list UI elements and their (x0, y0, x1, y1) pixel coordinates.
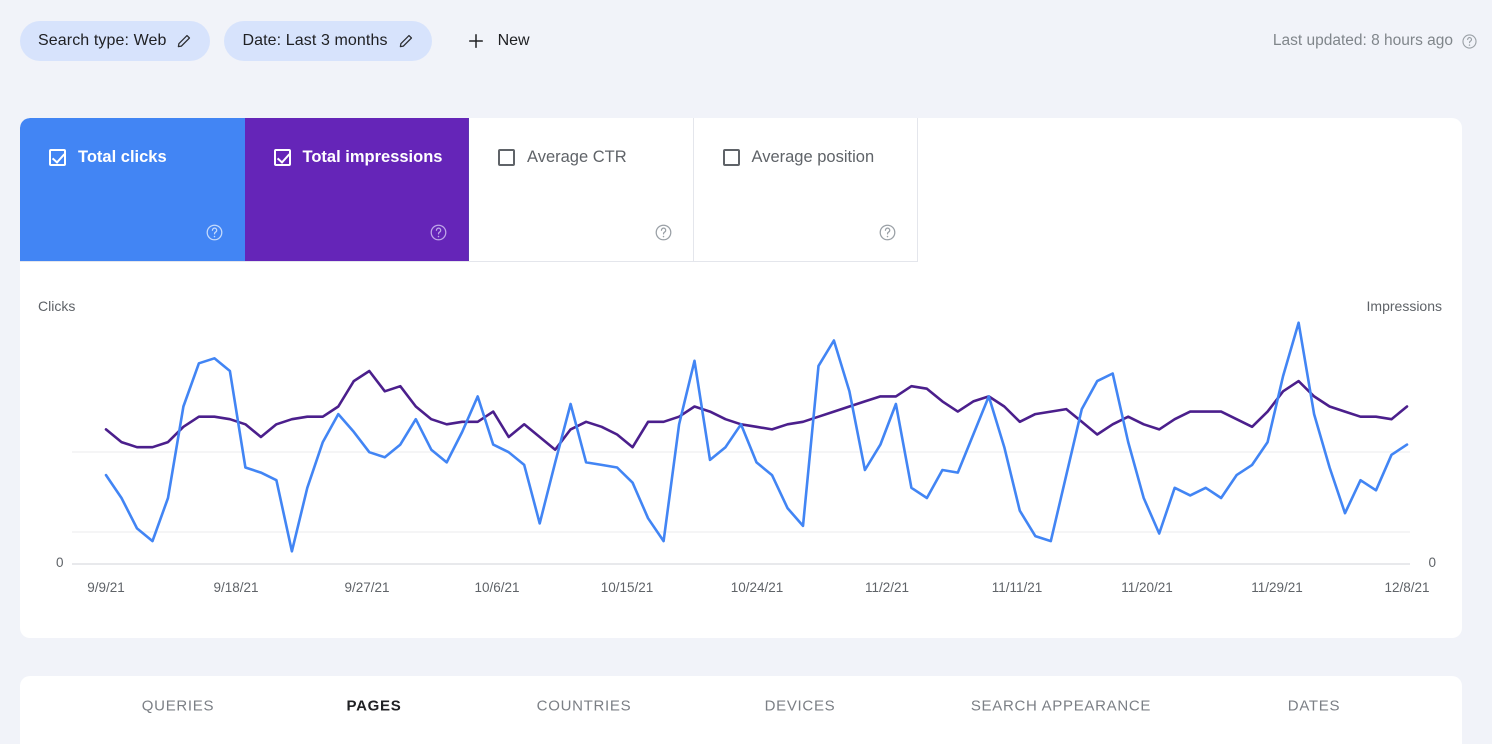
metric-card-average-position[interactable]: Average position (694, 118, 919, 262)
chart-gridlines (72, 452, 1410, 564)
plus-icon (466, 31, 486, 51)
metric-card-total-impressions[interactable]: Total impressions (245, 118, 470, 262)
tab-dates[interactable]: DATES (1288, 698, 1340, 715)
chart-x-axis-label: 11/20/21 (1121, 580, 1173, 595)
tab-devices[interactable]: DEVICES (765, 698, 836, 715)
last-updated-status: Last updated: 8 hours ago (1273, 32, 1492, 50)
help-icon[interactable] (1461, 33, 1478, 50)
filter-chip-date-label: Date: Last 3 months (242, 32, 387, 50)
filter-chip-search-type[interactable]: Search type: Web (20, 21, 210, 61)
metric-card-total-clicks-label: Total clicks (78, 148, 167, 167)
chart-x-axis-label: 9/18/21 (213, 580, 258, 595)
dimension-tabs (20, 676, 1462, 744)
help-icon[interactable] (654, 223, 673, 242)
pencil-icon (398, 33, 414, 49)
filter-chip-group: Search type: Web Date: Last 3 months (0, 21, 544, 61)
chart-x-axis-label: 9/9/21 (87, 580, 125, 595)
filter-chip-search-type-label: Search type: Web (38, 32, 166, 50)
chart-x-axis-label: 10/24/21 (731, 580, 784, 595)
chart-x-axis-label: 10/15/21 (601, 580, 654, 595)
chart-x-axis-label: 11/29/21 (1251, 580, 1303, 595)
metric-card-group: Total clicks Total impressions (20, 118, 918, 262)
filter-bar: Search type: Web Date: Last 3 months (0, 0, 1492, 82)
performance-chart: Clicks Impressions 0 0 9/9/219/18/219/27… (20, 262, 1462, 638)
new-filter-label: New (498, 32, 530, 50)
dimension-tabs-panel (20, 676, 1462, 744)
filter-chip-date[interactable]: Date: Last 3 months (224, 21, 431, 61)
chart-y-axis-left-zero: 0 (56, 555, 64, 570)
metric-card-total-clicks-checkbox[interactable] (49, 149, 66, 166)
new-filter-button[interactable]: New (456, 21, 544, 61)
metric-card-average-ctr-header: Average CTR (498, 148, 627, 167)
metric-card-total-impressions-checkbox[interactable] (274, 149, 291, 166)
metric-card-average-position-label: Average position (752, 148, 875, 167)
metric-card-total-clicks-header: Total clicks (49, 148, 167, 167)
performance-chart-panel: Total clicks Total impressions (20, 118, 1462, 638)
chart-y-axis-right-zero: 0 (1428, 555, 1436, 570)
help-icon[interactable] (205, 223, 224, 242)
help-icon[interactable] (429, 223, 448, 242)
tab-countries[interactable]: COUNTRIES (537, 698, 632, 715)
help-icon[interactable] (878, 223, 897, 242)
tab-search-appearance[interactable]: SEARCH APPEARANCE (971, 698, 1151, 715)
metric-card-average-position-header: Average position (723, 148, 875, 167)
tab-queries[interactable]: QUERIES (142, 698, 214, 715)
chart-series-impressions (106, 371, 1407, 450)
metric-card-total-clicks[interactable]: Total clicks (20, 118, 245, 262)
tab-pages[interactable]: PAGES (347, 698, 402, 715)
chart-x-axis-labels: 9/9/21 9/18/21 9/27/21 10/6/21 10/15/21 10/24… (20, 580, 1462, 610)
chart-x-axis-label: 11/11/21 (992, 580, 1043, 595)
metric-card-average-ctr[interactable]: Average CTR (469, 118, 694, 262)
chart-series-clicks (106, 323, 1407, 552)
chart-x-axis-label: 12/8/21 (1384, 580, 1429, 595)
metric-card-total-impressions-header: Total impressions (274, 148, 443, 167)
pencil-icon (176, 33, 192, 49)
last-updated-label: Last updated: 8 hours ago (1273, 32, 1453, 50)
metric-card-average-position-checkbox[interactable] (723, 149, 740, 166)
metric-card-average-ctr-checkbox[interactable] (498, 149, 515, 166)
metric-card-total-impressions-label: Total impressions (303, 148, 443, 167)
chart-x-axis-label: 10/6/21 (474, 580, 519, 595)
chart-x-axis-label: 9/27/21 (344, 580, 389, 595)
metric-card-average-ctr-label: Average CTR (527, 148, 627, 167)
chart-x-axis-label: 11/2/21 (865, 580, 909, 595)
